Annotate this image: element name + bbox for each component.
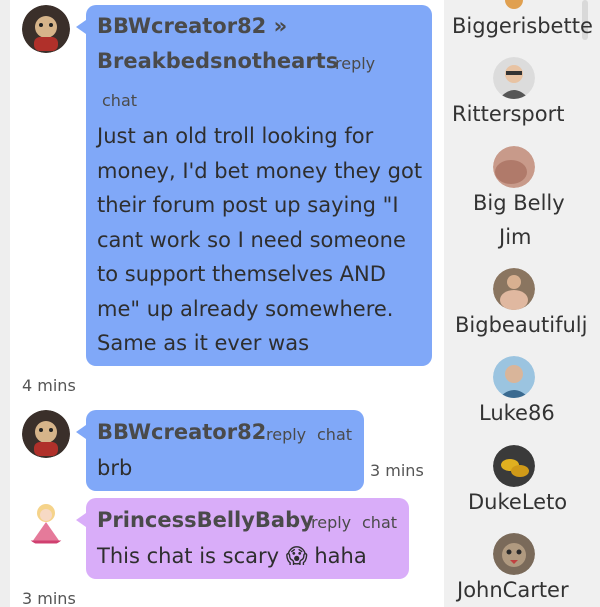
- user-name-line2[interactable]: Jim: [499, 225, 600, 249]
- message-text: brb: [97, 456, 133, 480]
- message-line: to support themselves AND: [97, 262, 386, 286]
- message-line: cant work so I need someone: [97, 227, 406, 252]
- avatar-princessbellybaby[interactable]: [22, 498, 70, 546]
- user-avatar: [493, 146, 535, 188]
- message-recipient[interactable]: Breakbedsnothearts: [97, 49, 338, 73]
- scream-emoji-icon: 😱: [285, 544, 308, 568]
- message-line: their forum post up saying "I: [97, 193, 399, 217]
- message-username[interactable]: BBWcreator82 »: [97, 14, 287, 38]
- avatar-bbwcreator82[interactable]: [22, 410, 70, 458]
- user-name[interactable]: JohnCarter: [457, 578, 600, 602]
- message-username[interactable]: PrincessBellyBaby: [97, 508, 314, 532]
- message-line: Same as it ever was: [97, 331, 310, 355]
- reply-button[interactable]: reply: [311, 513, 351, 532]
- message-bubble: BBWcreator82 reply chat brb: [86, 410, 364, 491]
- user-avatar: [493, 57, 535, 99]
- left-gutter: [0, 0, 10, 607]
- message-bubble: BBWcreator82 » Breakbedsnothearts reply …: [86, 5, 432, 366]
- message-text-part: haha: [314, 544, 367, 568]
- chat-message-list[interactable]: BBWcreator82 » Breakbedsnothearts reply …: [10, 0, 444, 607]
- bubble-tail: [76, 425, 86, 439]
- user-name[interactable]: Biggerisbette: [452, 14, 600, 38]
- chat-button[interactable]: chat: [317, 425, 352, 444]
- chat-button[interactable]: chat: [102, 91, 137, 110]
- user-name[interactable]: Rittersport: [452, 102, 600, 126]
- user-avatar: [493, 268, 535, 310]
- message-line: Just an old troll looking for: [97, 124, 374, 148]
- user-name[interactable]: DukeLeto: [468, 490, 600, 514]
- message-username[interactable]: BBWcreator82: [97, 420, 266, 444]
- bubble-tail: [76, 513, 86, 527]
- message-timestamp: 4 mins: [22, 376, 76, 395]
- reply-button[interactable]: reply: [266, 425, 306, 444]
- user-avatar: [493, 356, 535, 398]
- message-line: me" up already somewhere.: [97, 296, 394, 321]
- chat-button[interactable]: chat: [362, 513, 397, 532]
- user-name[interactable]: Luke86: [479, 401, 600, 425]
- user-avatar: [493, 533, 535, 575]
- message-timestamp: 3 mins: [22, 589, 76, 607]
- reply-button[interactable]: reply: [335, 54, 375, 73]
- avatar-bbwcreator82[interactable]: [22, 5, 70, 53]
- user-avatar: [493, 445, 535, 487]
- bubble-tail: [76, 20, 86, 34]
- message-text-part: This chat is scary: [97, 544, 280, 568]
- message-line: money, I'd bet money they got: [97, 158, 423, 183]
- message-bubble: PrincessBellyBaby reply chat This chat i…: [86, 498, 409, 579]
- user-name[interactable]: Bigbeautifulj: [455, 313, 600, 337]
- message-text: This chat is scary 😱 haha: [97, 539, 367, 574]
- message-text: Just an old troll looking for money, I'd…: [97, 119, 432, 361]
- message-timestamp: 3 mins: [370, 461, 424, 480]
- user-avatar: [493, 0, 535, 12]
- user-name[interactable]: Big Belly: [473, 191, 600, 215]
- online-users-sidebar[interactable]: Biggerisbette Rittersport Big Belly Jim …: [444, 0, 600, 607]
